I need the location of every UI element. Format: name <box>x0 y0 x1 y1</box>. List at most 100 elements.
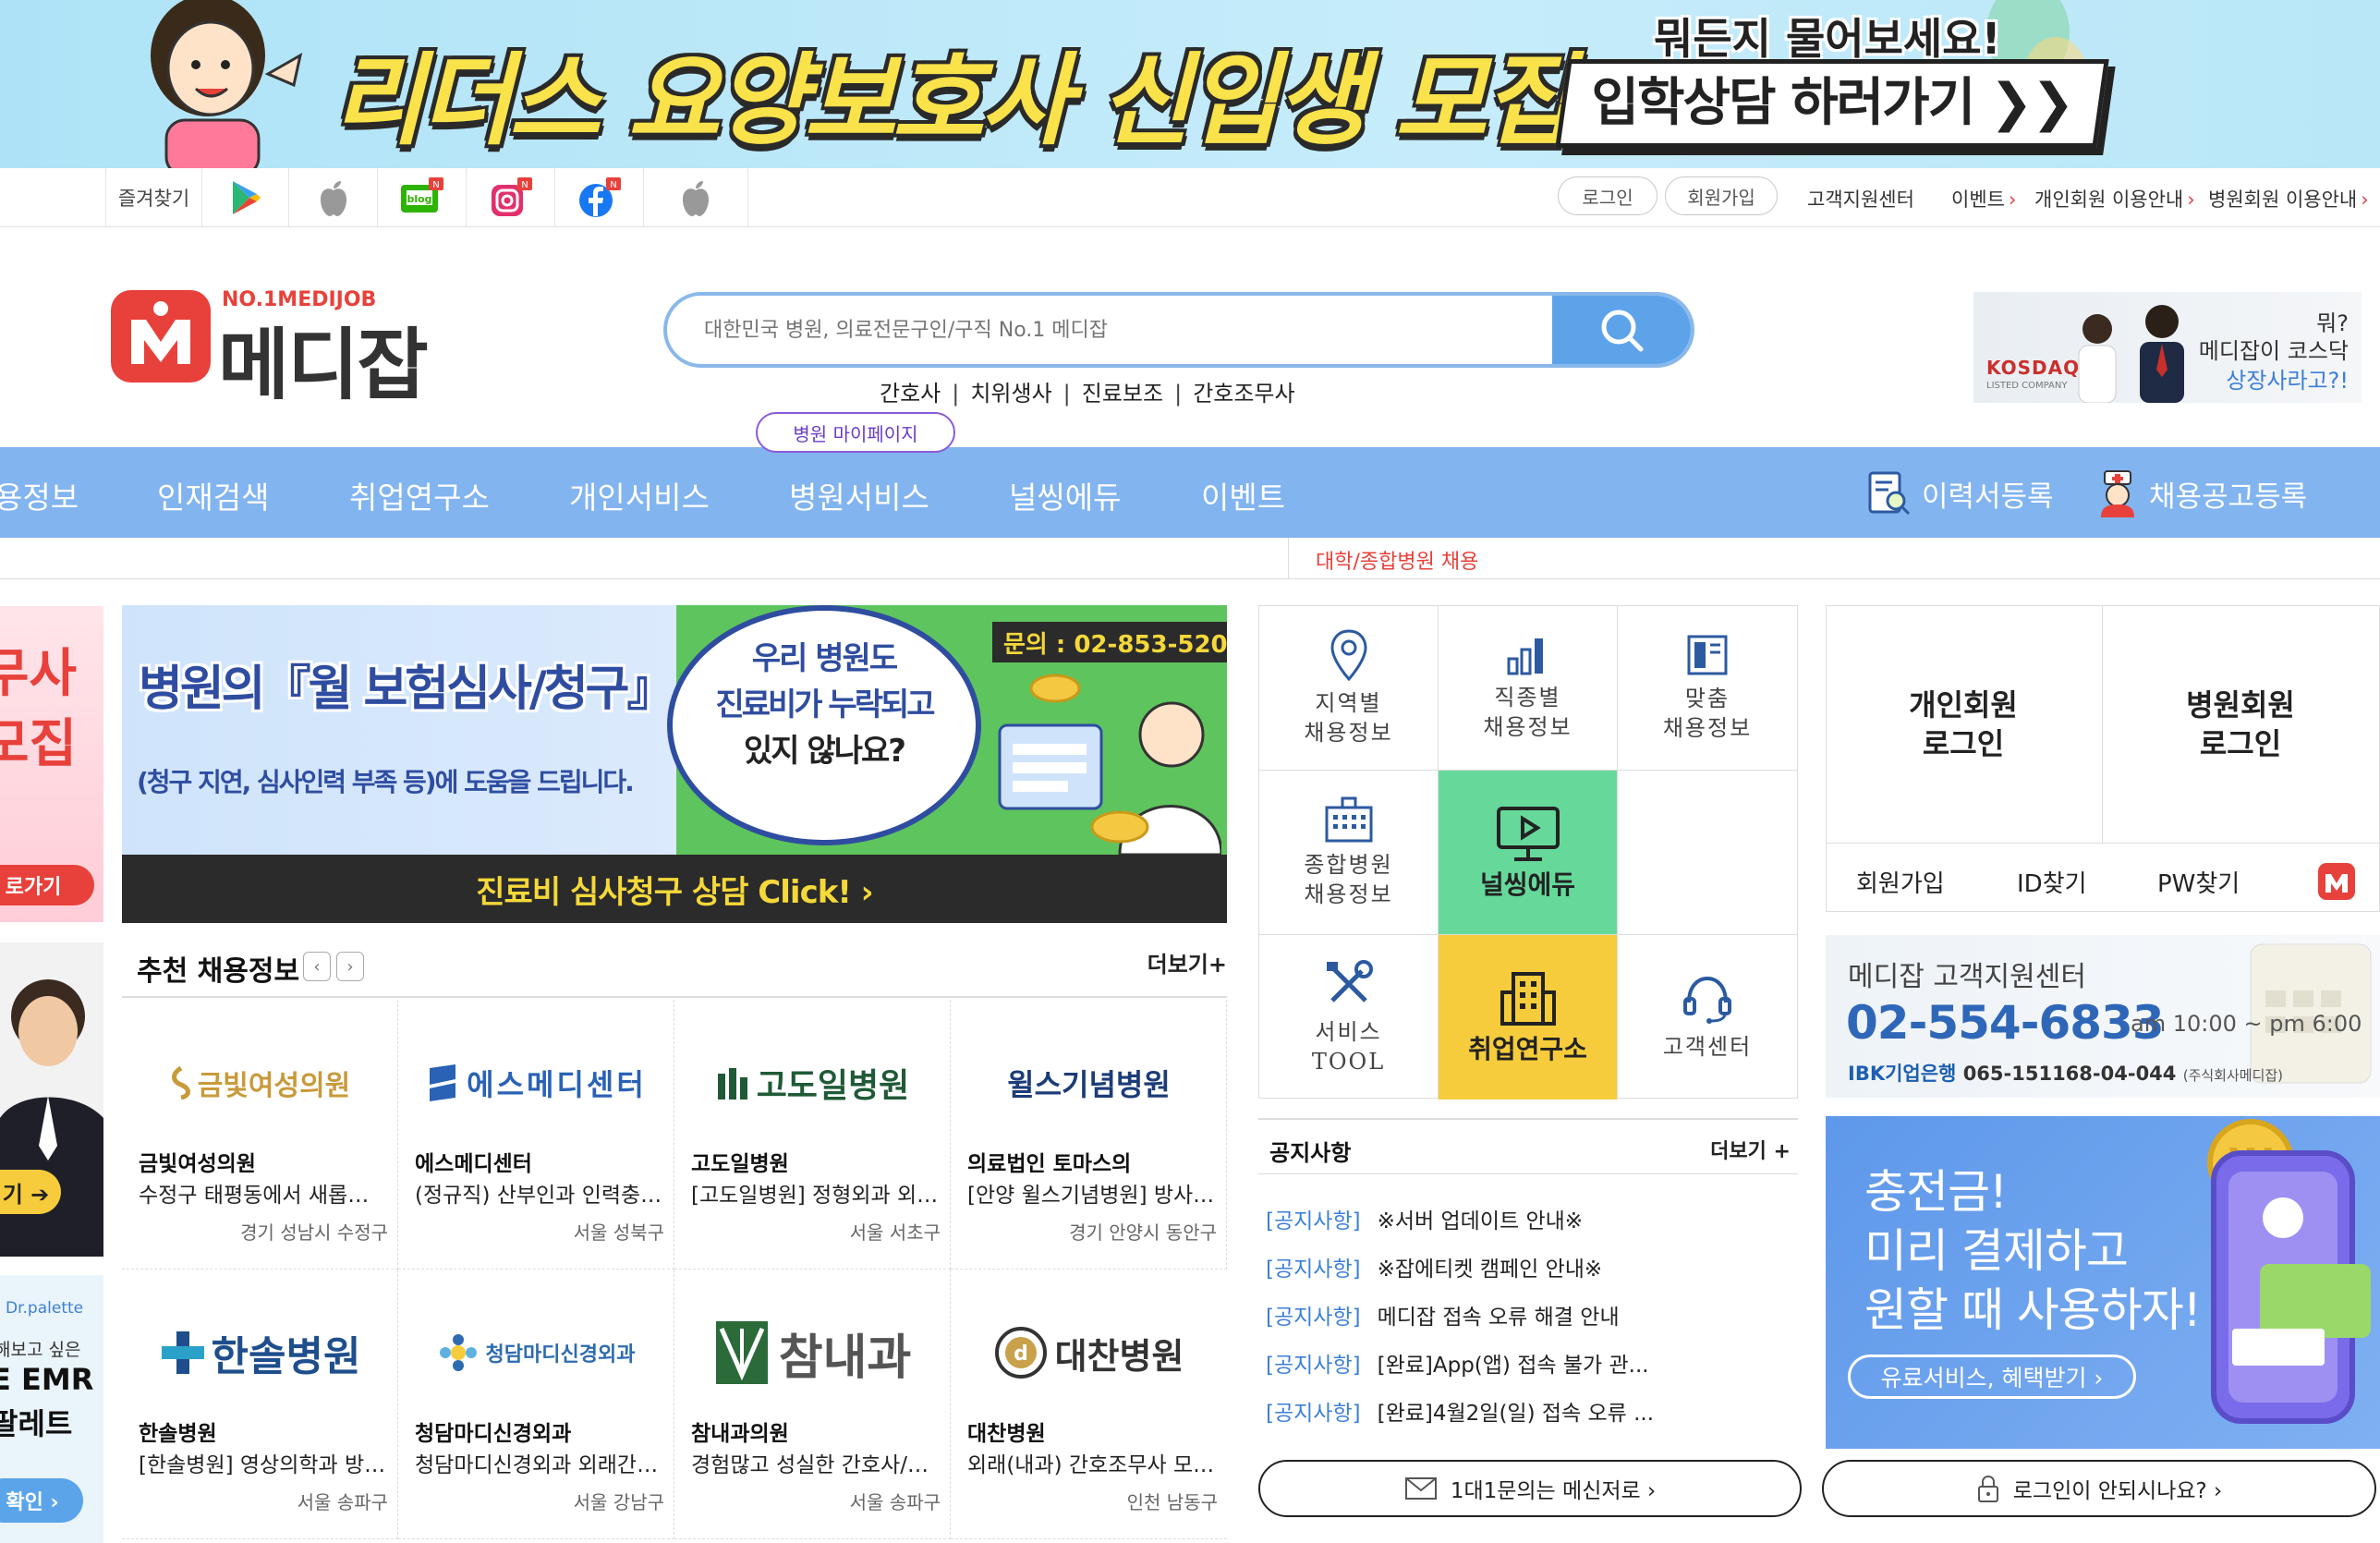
job-card[interactable]: 참내과 참내과의원 경험많고 성실한 간호사/간호조무사... 서울 송파구 <box>674 1270 951 1539</box>
job-card[interactable]: 에스메디센터 에스메디센터 (정규직) 산부인과 인력충원 모집... 서울 성… <box>398 1000 674 1270</box>
job-card[interactable]: 청담마디신경외과 청담마디신경외과 청담마디신경외과 외래간호사 모집 서울 강… <box>398 1270 674 1539</box>
event-link[interactable]: 이벤트 › <box>1951 185 2016 213</box>
search-tag[interactable]: 진료보조 <box>1082 381 1163 407</box>
kosdaq-listing-ad[interactable]: KOSDAQ LISTED COMPANY 뭐? 메디잡이 코스닥 상장사라고?… <box>1973 292 2362 403</box>
notice-item[interactable]: [공지사항] ※서버 업데이트 안내※ <box>1266 1203 1583 1234</box>
personal-login-button[interactable]: 개인회원 로그인 <box>1827 606 2100 843</box>
svg-text:N: N <box>610 180 616 190</box>
facebook-link[interactable]: N <box>554 168 643 227</box>
nav-talent-search[interactable]: 인재검색 <box>157 473 269 517</box>
personal-guide-label: 개인회원 이용안내 <box>2034 188 2184 211</box>
job-card[interactable]: 고도일병원 고도일병원 [고도일병원] 정형외과 외래 간호사... 서울 서초… <box>674 1000 951 1270</box>
category-service-tool[interactable]: 서비스 TOOL <box>1259 935 1439 1100</box>
job-card[interactable]: 윌스기념병원 의료법인 토마스의 [안양 윌스기념병원] 방사선사 채용... … <box>951 1000 1227 1270</box>
job-location: 인천 남동구 <box>1126 1491 1218 1513</box>
login-box: 개인회원 로그인 병원회원 로그인 회원가입 ID찾기 PW찾기 <box>1826 605 2380 912</box>
google-play-link[interactable] <box>201 168 288 227</box>
search-button[interactable] <box>1552 296 1691 364</box>
svg-text:blog: blog <box>407 193 431 205</box>
category-customer-center[interactable]: 고객센터 <box>1618 935 1797 1100</box>
category-general-hospital-jobs[interactable]: 종합병원 채용정보 <box>1259 771 1439 935</box>
messenger-inquiry-button[interactable]: 1대1문의는 메신저로 › <box>1258 1460 1802 1517</box>
mascot-girl-illustration <box>151 0 303 168</box>
favorites-button[interactable]: 즐겨찾기 <box>105 168 201 227</box>
left-side-ad-drpalette[interactable]: Dr.palette 해보고 싶은 E EMR 팔레트 확인 › <box>0 1275 103 1543</box>
company-logo-text: 참내과 <box>778 1330 912 1386</box>
app-store-link[interactable] <box>288 168 377 227</box>
top-promo-banner[interactable]: 리더스 요양보호사 신입생 모집 뭐든지 물어보세요! 입학상담 하러가기 ❯❯ <box>0 0 2380 168</box>
nav-hospital-service[interactable]: 병원서비스 <box>789 473 929 517</box>
banner-cta-button[interactable]: 입학상담 하러가기 ❯❯ <box>1555 59 2109 148</box>
category-career-lab[interactable]: 취업연구소 <box>1439 935 1618 1100</box>
apple-app-link[interactable] <box>643 168 748 227</box>
search-input[interactable] <box>704 296 1536 364</box>
nav-career-lab[interactable]: 취업연구소 <box>349 473 490 517</box>
left-ad-button[interactable]: 로가기 <box>0 865 94 905</box>
nav-event[interactable]: 이벤트 <box>1201 473 1285 517</box>
customer-center-link[interactable]: 고객지원센터 <box>1807 185 1914 213</box>
hospital-mypage-badge[interactable]: 병원 마이페이지 <box>756 412 955 453</box>
login-link[interactable]: 로그인 <box>1558 176 1658 215</box>
blog-link[interactable]: blog N <box>377 168 466 227</box>
category-custom-jobs[interactable]: 맞춤 채용정보 <box>1618 606 1797 771</box>
drpalette-button[interactable]: 확인 › <box>0 1478 83 1523</box>
job-card[interactable]: 한솔병원 한솔병원 [한솔병원] 영상의학과 방사선사 모집 서울 송파구 <box>122 1270 398 1539</box>
category-nursing-edu[interactable]: 널씽에듀 <box>1439 771 1618 935</box>
left-ad-line1: 무사 <box>0 644 78 704</box>
category-occupation-jobs[interactable]: 직종별 채용정보 <box>1439 606 1618 771</box>
left-side-ad-nursing[interactable]: 무사 모집 로가기 <box>0 606 103 922</box>
notice-item[interactable]: [공지사항] ※잡에티켓 캠페인 안내※ <box>1266 1251 1602 1282</box>
hospital-login-line2: 로그인 <box>2199 726 2282 761</box>
hospital-icon <box>1325 796 1372 842</box>
hospital-guide-link[interactable]: 병원회원 이용안내 › <box>2208 185 2369 213</box>
job-title: 외래(내과) 간호조무사 모집합니다 <box>967 1453 1217 1477</box>
nav-personal-service[interactable]: 개인서비스 <box>569 473 710 517</box>
left-ad2-button[interactable]: 기 ➔ <box>0 1170 61 1214</box>
personal-guide-link[interactable]: 개인회원 이용안내 › <box>2034 185 2195 213</box>
company-name: 참내과의원 <box>691 1422 789 1446</box>
resume-register-button[interactable]: 이력서등록 <box>1864 469 2054 517</box>
recommended-prev-button[interactable]: ‹ <box>303 952 331 981</box>
login-help-button[interactable]: 로그인이 안되시나요? › <box>1822 1460 2376 1517</box>
prepaid-charge-ad[interactable]: ₩ 충전금!미리 결제하고원할 때 사용하자! 유료서비스, 혜택받기 › <box>1826 1116 2380 1449</box>
recommended-next-button[interactable]: › <box>336 952 364 981</box>
nav-nursing-edu[interactable]: 널씽에듀 <box>1009 473 1121 517</box>
login-help-label: 로그인이 안되시나요? › <box>2012 1479 2223 1503</box>
category-label: 직종별 채용정보 <box>1483 683 1572 742</box>
job-card[interactable]: 금빛여성의원 금빛여성의원 수정구 태평동에서 새롭게 근무하실... 경기 성… <box>122 1000 398 1270</box>
notice-more-link[interactable]: 더보기 + <box>1710 1135 1791 1164</box>
notice-item[interactable]: [공지사항] 메디잡 접속 오류 해결 안내 <box>1266 1299 1620 1330</box>
insurance-claim-banner[interactable]: 병원의『월 보험심사/청구』 (청구 지연, 심사인력 부족 등)에 도움을 드… <box>122 605 1227 923</box>
job-card[interactable]: d 대찬병원 대찬병원 외래(내과) 간호조무사 모집합니다 인천 남동구 <box>951 1270 1227 1539</box>
instagram-link[interactable]: N <box>466 168 554 227</box>
banner-subtitle: 뭐든지 물어보세요! <box>1654 14 2001 64</box>
signup-link[interactable]: 회원가입 <box>1665 176 1778 215</box>
naver-blog-icon: blog N <box>400 177 443 213</box>
university-hospital-jobs-link[interactable]: 대학/종합병원 채용 <box>1316 545 1478 575</box>
category-region-jobs[interactable]: 지역별 채용정보 <box>1259 606 1439 771</box>
hospital-login-button[interactable]: 병원회원 로그인 <box>2104 606 2377 843</box>
paid-service-button[interactable]: 유료서비스, 혜택받기 › <box>1848 1355 2136 1399</box>
ribbon-logo-icon <box>171 1066 190 1100</box>
notice-item[interactable]: [공지사항] [완료]App(앱) 접속 불가 관... <box>1266 1347 1649 1379</box>
job-location: 서울 송파구 <box>849 1491 941 1513</box>
search-tag[interactable]: 간호조무사 <box>1193 381 1294 407</box>
nav-job-info[interactable]: 용정보 <box>0 473 79 517</box>
bars-logo-icon <box>717 1068 747 1100</box>
left-side-ad-model[interactable]: 기 ➔ <box>0 942 103 1257</box>
job-post-register-button[interactable]: 채용공고등록 <box>2095 469 2307 517</box>
search-tag[interactable]: 간호사 <box>880 381 941 407</box>
find-id-link[interactable]: ID찾기 <box>2017 865 2087 899</box>
recommended-more-link[interactable]: 더보기+ <box>1148 946 1227 978</box>
customer-support-center[interactable]: 메디잡 고객지원센터 02-554-6833 am 10:00 ~ pm 6:0… <box>1826 935 2380 1098</box>
logo-name: 메디잡 <box>218 320 429 410</box>
signup-link[interactable]: 회원가입 <box>1856 865 1945 899</box>
notice-item[interactable]: [공지사항] [완료]4월2일(일) 접속 오류 ... <box>1266 1395 1654 1427</box>
search-tag[interactable]: 치위생사 <box>970 381 1051 407</box>
personal-login-line1: 개인회원 <box>1909 687 2018 723</box>
find-pw-link[interactable]: PW찾기 <box>2157 865 2240 899</box>
drpalette-line2: E EMR <box>0 1362 94 1397</box>
cs-phone-number: 02-554-6833 <box>1846 996 2165 1050</box>
banner-cta-bar[interactable]: 진료비 심사청구 상담 Click! › <box>122 855 1227 923</box>
notice-divider <box>1258 1173 1798 1174</box>
